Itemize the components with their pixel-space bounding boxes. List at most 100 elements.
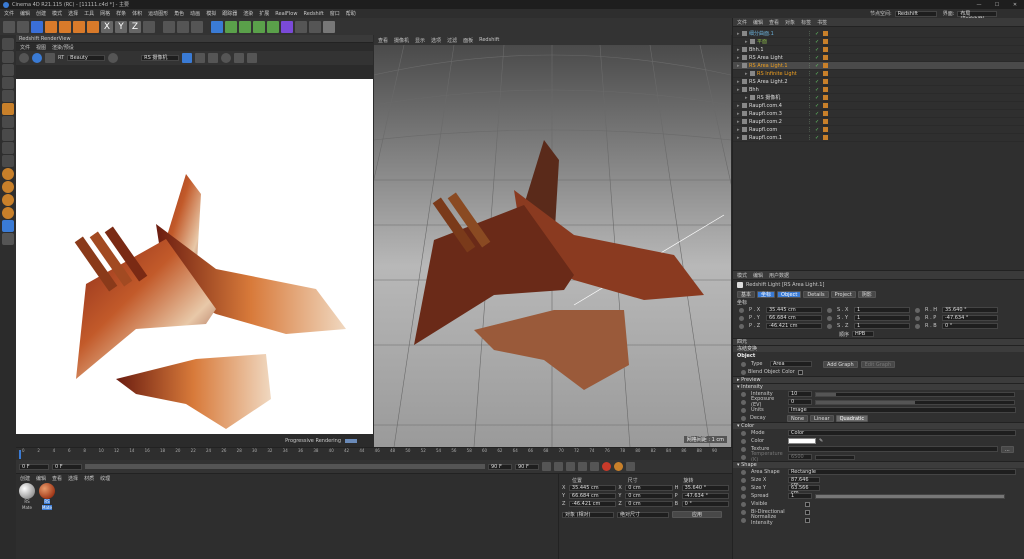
menu-item-8[interactable]: 体积 xyxy=(132,10,142,17)
enable-check-icon[interactable]: ✓ xyxy=(815,111,819,117)
visibility-icon[interactable]: ⋮ xyxy=(807,127,812,133)
enable-check-icon[interactable]: ✓ xyxy=(815,31,819,37)
zoom-icon[interactable] xyxy=(208,53,219,63)
spread-field[interactable]: 1 xyxy=(788,493,812,499)
transform-icon[interactable] xyxy=(87,20,99,33)
coord-keyframe-dot[interactable] xyxy=(739,323,744,329)
coord-field[interactable]: 1 xyxy=(854,315,910,321)
render-view-menu-item-1[interactable]: 视图 xyxy=(36,44,46,51)
visibility-icon[interactable]: ⋮ xyxy=(807,47,812,53)
fit-icon[interactable] xyxy=(195,53,206,63)
object-name[interactable]: RS Area Light.2 xyxy=(749,79,799,85)
make-editable-icon[interactable] xyxy=(2,38,14,50)
texture-keyframe-dot[interactable] xyxy=(741,446,746,452)
menu-item-2[interactable]: 创建 xyxy=(36,10,46,17)
material-menu-item-1[interactable]: 编辑 xyxy=(36,475,46,482)
menu-item-15[interactable]: 扩展 xyxy=(259,10,269,17)
move-icon[interactable] xyxy=(45,20,57,33)
tag-icon[interactable] xyxy=(823,55,829,60)
coord-manager-field[interactable]: -46.421 cm xyxy=(568,501,617,507)
object-name[interactable]: RS Infinite Light xyxy=(757,71,807,77)
pen-icon[interactable] xyxy=(225,20,237,33)
cube-icon[interactable] xyxy=(211,20,223,33)
next-key-icon[interactable] xyxy=(578,462,587,471)
coord-manager-field[interactable]: 35.445 cm xyxy=(568,485,617,491)
tag-icon[interactable] xyxy=(823,127,829,132)
blend-checkbox[interactable] xyxy=(797,369,803,375)
y-axis-icon[interactable]: Y xyxy=(115,20,127,33)
coord-field[interactable]: 1 xyxy=(854,307,910,313)
mode-keyframe-dot[interactable] xyxy=(741,430,746,436)
menu-item-5[interactable]: 工具 xyxy=(84,10,94,17)
menu-item-10[interactable]: 角色 xyxy=(174,10,184,17)
menu-item-6[interactable]: 网格 xyxy=(100,10,110,17)
scale-icon[interactable] xyxy=(59,20,71,33)
enable-check-icon[interactable]: ✓ xyxy=(815,127,819,133)
layout-select[interactable]: 布局 (Redshift) xyxy=(957,10,998,21)
object-name[interactable]: 平面 xyxy=(757,38,807,45)
tag-icon[interactable] xyxy=(823,71,829,76)
object-row[interactable]: ▸ Raupfl.com.4 ⋮ ✓ xyxy=(733,102,1024,110)
object-menu-item-5[interactable]: 书签 xyxy=(817,19,827,26)
timeline[interactable]: 0 2 4 6 8 10 12 14 16 18 20 22 24 26 28 30 32 34 36 38 40 42 4… xyxy=(16,447,732,460)
menu-item-11[interactable]: 动画 xyxy=(190,10,200,17)
tag-icon[interactable] xyxy=(823,135,829,140)
object-name[interactable]: Raupfl.com.2 xyxy=(749,119,799,125)
subdivision-icon[interactable] xyxy=(239,20,251,33)
material-menu-item-4[interactable]: 材质 xyxy=(84,475,94,482)
maximize-button[interactable]: ☐ xyxy=(988,2,1006,8)
bidirectional-keyframe-dot[interactable] xyxy=(741,509,746,515)
coord-system-icon[interactable] xyxy=(143,20,155,33)
aov-select[interactable]: Beauty xyxy=(67,55,106,61)
tag-icon[interactable] xyxy=(823,95,829,100)
autokey-icon[interactable] xyxy=(614,462,623,471)
color-section[interactable]: ▾ Color xyxy=(733,422,1024,429)
array-icon[interactable] xyxy=(253,20,265,33)
attribute-tab-0[interactable]: 基本 xyxy=(737,290,756,298)
attribute-tab-5[interactable]: 阴影 xyxy=(857,290,876,298)
render-view-menu-item-0[interactable]: 文件 xyxy=(20,44,30,51)
size-x-keyframe-dot[interactable] xyxy=(741,477,746,483)
object-row[interactable]: ▸ Raupfl.com ⋮ ✓ xyxy=(733,126,1024,134)
render-refresh-icon[interactable] xyxy=(45,53,55,63)
normalize-checkbox[interactable] xyxy=(805,517,810,523)
menu-item-0[interactable]: 文件 xyxy=(4,10,14,17)
exposure-icon[interactable] xyxy=(221,53,232,63)
tag-icon[interactable] xyxy=(823,31,829,36)
object-name[interactable]: RS Area Light xyxy=(749,55,799,61)
object-menu-item-4[interactable]: 标签 xyxy=(801,19,811,26)
type-keyframe-dot[interactable] xyxy=(741,361,746,367)
coord-manager-field[interactable]: 0 cm xyxy=(625,501,673,507)
coord-manager-field[interactable]: 0 cm xyxy=(625,485,673,491)
material-menu-item-0[interactable]: 创建 xyxy=(20,475,30,482)
undo-icon[interactable] xyxy=(3,20,15,33)
enable-check-icon[interactable]: ✓ xyxy=(815,39,819,45)
viewport-menu-item-6[interactable]: Redshift xyxy=(479,37,499,43)
render-stop-icon[interactable] xyxy=(32,53,42,63)
coord-field[interactable]: 66.684 cm xyxy=(766,315,822,321)
coord-keyframe-dot[interactable] xyxy=(915,315,920,321)
enable-check-icon[interactable]: ✓ xyxy=(815,79,819,85)
timeline-playhead[interactable] xyxy=(19,450,21,459)
edges-mode-icon[interactable] xyxy=(2,90,14,102)
model-mode-icon[interactable] xyxy=(2,51,14,63)
object-row[interactable]: ▸ Raupfl.com.1 ⋮ ✓ xyxy=(733,134,1024,142)
tag-icon[interactable] xyxy=(823,39,829,44)
object-row[interactable]: ▸ Bhh ⋮ ✓ xyxy=(733,86,1024,94)
workplane-icon[interactable] xyxy=(2,142,14,154)
intensity-section[interactable]: ▾ Intensity xyxy=(733,383,1024,390)
visibility-icon[interactable]: ⋮ xyxy=(807,71,812,77)
coord-keyframe-dot[interactable] xyxy=(827,307,832,313)
texture-browse-button[interactable]: ... xyxy=(1001,445,1014,453)
units-select[interactable]: Image xyxy=(788,407,1016,413)
enable-check-icon[interactable]: ✓ xyxy=(815,55,819,61)
object-name[interactable]: RS 摄像机 xyxy=(757,94,807,101)
menu-item-4[interactable]: 选择 xyxy=(68,10,78,17)
mode-select[interactable]: Color xyxy=(788,430,1016,436)
coord-keyframe-dot[interactable] xyxy=(739,315,744,321)
tag-icon[interactable] xyxy=(823,103,829,108)
minimize-button[interactable]: — xyxy=(970,2,988,8)
redshift-icon-1[interactable] xyxy=(2,168,14,180)
redshift-icon-4[interactable] xyxy=(2,207,14,219)
enable-check-icon[interactable]: ✓ xyxy=(815,71,819,77)
